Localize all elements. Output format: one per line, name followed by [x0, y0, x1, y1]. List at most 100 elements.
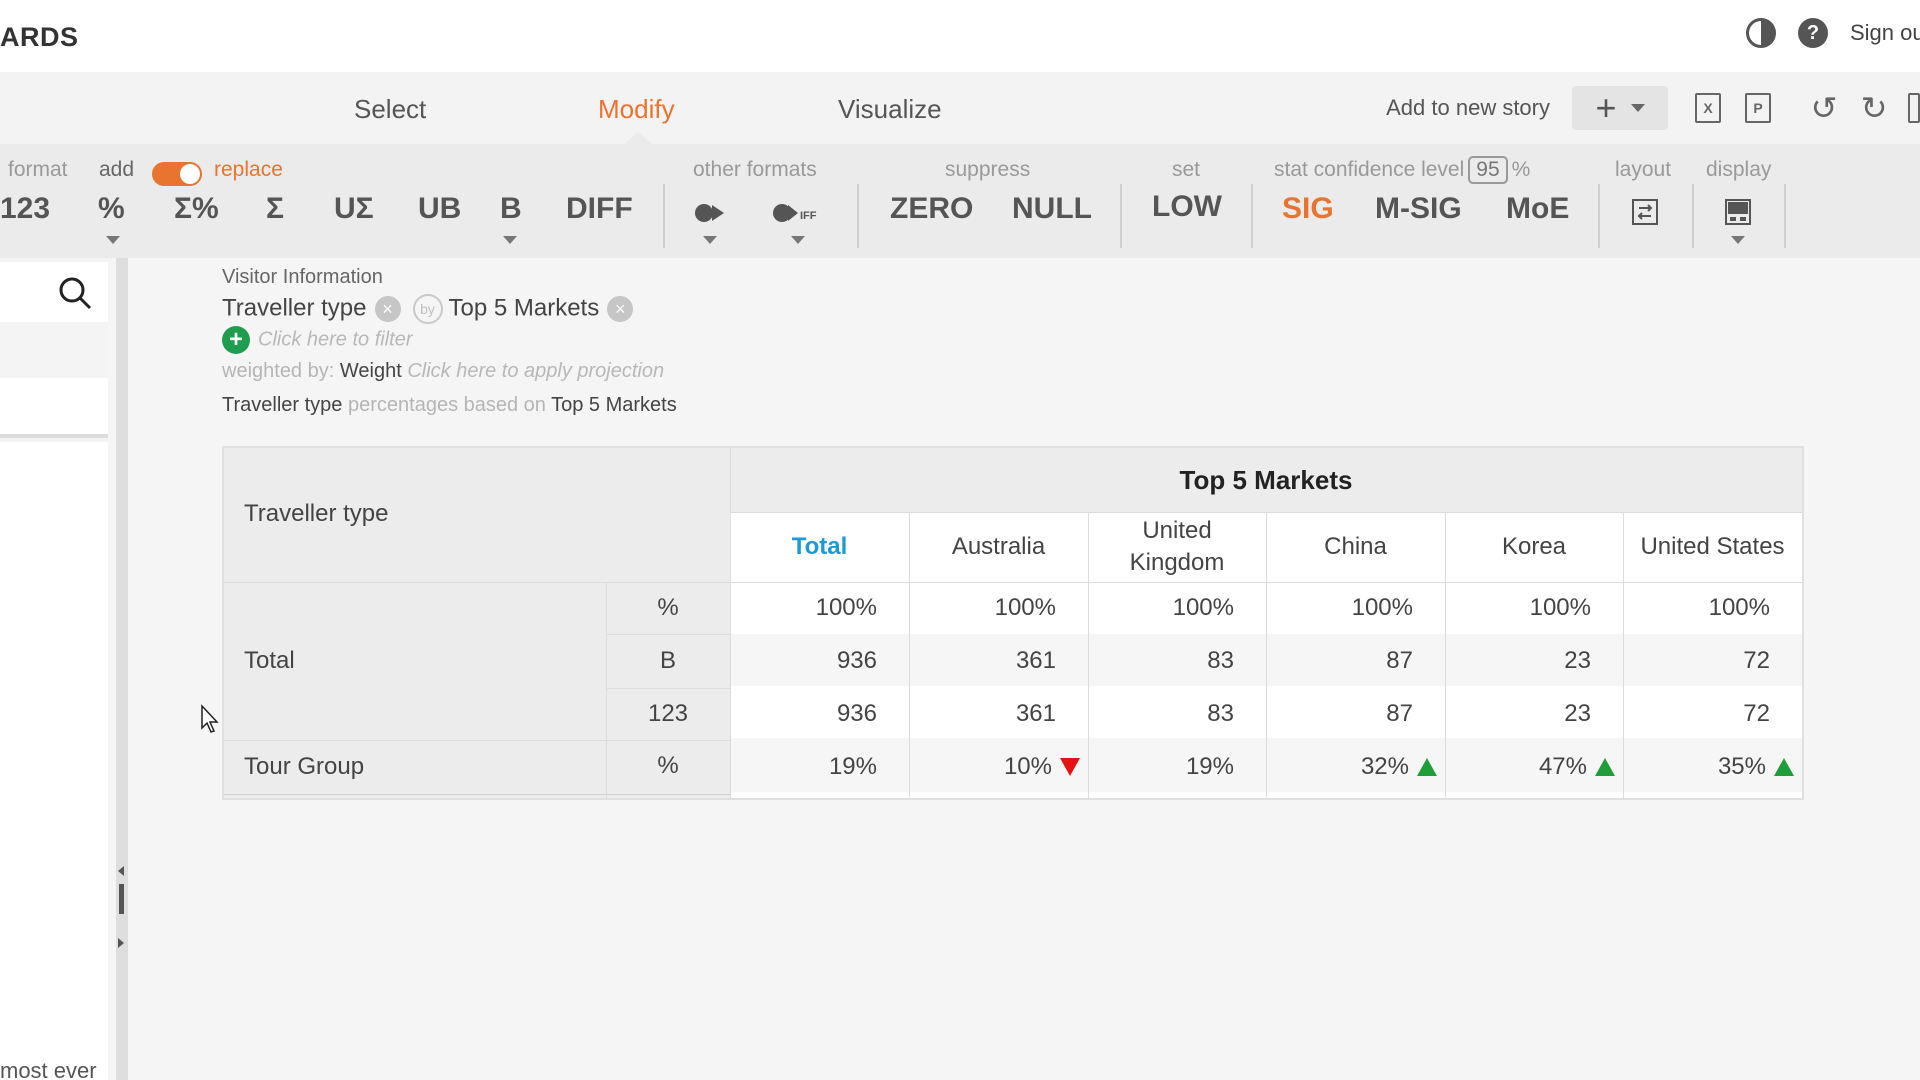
- tab-visualize[interactable]: Visualize: [838, 94, 942, 125]
- svg-text:IFF: IFF: [800, 210, 817, 222]
- column-header-china[interactable]: China: [1266, 512, 1445, 582]
- table-cell[interactable]: 83: [1088, 688, 1266, 740]
- filter-row[interactable]: + Click here to filter: [222, 326, 413, 354]
- variable-list-header[interactable]: [0, 378, 108, 438]
- projection-placeholder[interactable]: Click here to apply projection: [407, 360, 664, 382]
- row-variable-chip[interactable]: Traveller type: [222, 294, 367, 321]
- left-panel: most ever: [0, 258, 108, 1080]
- table-cell[interactable]: 87: [1266, 634, 1445, 688]
- variable-list-item[interactable]: most ever: [0, 1058, 108, 1080]
- chevron-down-icon[interactable]: [703, 236, 717, 244]
- tab-modify[interactable]: Modify: [598, 94, 675, 125]
- table-cell[interactable]: 19%: [1088, 740, 1266, 794]
- format-sum-percent-button[interactable]: Σ%: [174, 192, 219, 226]
- layout-swap-icon[interactable]: [1631, 198, 1659, 226]
- table-cell[interactable]: 87: [1266, 688, 1445, 740]
- table-cell[interactable]: 100%: [1266, 582, 1445, 634]
- stat-moe-button[interactable]: MoE: [1506, 192, 1569, 226]
- table-cell[interactable]: 100%: [730, 582, 909, 634]
- cell-value: 10%: [1003, 753, 1052, 780]
- tab-select[interactable]: Select: [354, 94, 426, 125]
- collapse-left-icon[interactable]: [118, 866, 124, 876]
- help-icon[interactable]: ?: [1798, 18, 1828, 48]
- table-cell[interactable]: 83: [1088, 634, 1266, 688]
- chevron-down-icon[interactable]: [106, 236, 120, 244]
- remove-column-variable-icon[interactable]: ×: [607, 296, 634, 322]
- stat-msig-button[interactable]: M-SIG: [1375, 192, 1462, 226]
- chevron-down-icon[interactable]: [791, 236, 805, 244]
- cell-value: 72: [1743, 700, 1770, 727]
- table-cell[interactable]: 10%: [909, 740, 1088, 794]
- remove-row-variable-icon[interactable]: ×: [374, 296, 401, 322]
- suppress-zero-button[interactable]: ZERO: [890, 192, 973, 226]
- column-header-united-kingdom[interactable]: United Kingdom: [1088, 512, 1266, 582]
- table-cell[interactable]: 100%: [1445, 582, 1623, 634]
- stat-sig-button[interactable]: SIG: [1282, 192, 1334, 226]
- column-header-korea[interactable]: Korea: [1445, 512, 1623, 582]
- display-icon[interactable]: [1724, 198, 1752, 226]
- table-cell[interactable]: 72: [1623, 688, 1802, 740]
- row-header-label: Traveller type: [244, 500, 389, 527]
- panel-splitter[interactable]: [116, 258, 128, 1080]
- export-powerpoint-button[interactable]: P: [1742, 91, 1774, 125]
- table-cell[interactable]: 23: [1445, 634, 1623, 688]
- other-format-icon[interactable]: [694, 198, 728, 228]
- table-cell[interactable]: 936: [730, 634, 909, 688]
- table-cell[interactable]: 936: [730, 688, 909, 740]
- format-diff-button[interactable]: DIFF: [566, 192, 633, 226]
- redo-button[interactable]: ↻: [1858, 90, 1890, 126]
- column-header-united-states[interactable]: United States: [1623, 512, 1802, 582]
- chevron-down-icon[interactable]: [1731, 236, 1745, 244]
- column-variable-chip[interactable]: Top 5 Markets: [449, 294, 600, 321]
- undo-button[interactable]: ↺: [1808, 90, 1840, 126]
- table-cell[interactable]: 361: [909, 688, 1088, 740]
- table-cell[interactable]: 72: [1623, 634, 1802, 688]
- format-sum-button[interactable]: Σ: [266, 192, 284, 226]
- cell-value: 87: [1386, 700, 1413, 727]
- weight-row: weighted by: Weight Click here to apply …: [222, 360, 664, 383]
- cell-value: 23: [1564, 647, 1591, 674]
- format-percent-button[interactable]: %: [98, 192, 125, 226]
- format-count-button[interactable]: 123: [0, 192, 50, 226]
- filter-placeholder[interactable]: Click here to filter: [258, 328, 413, 350]
- add-story-button[interactable]: +: [1572, 86, 1668, 130]
- splitter-handle[interactable]: [119, 884, 124, 914]
- redo-icon: ↻: [1860, 90, 1888, 126]
- table-cell[interactable]: 100%: [909, 582, 1088, 634]
- row-label-total[interactable]: Total: [244, 582, 295, 740]
- cell-value: 83: [1207, 647, 1234, 674]
- table-cell[interactable]: 100%: [1088, 582, 1266, 634]
- variable-list[interactable]: [0, 442, 108, 1080]
- expand-right-icon[interactable]: [118, 938, 124, 948]
- format-unweighted-sum-button[interactable]: UΣ: [334, 192, 374, 226]
- add-replace-toggle[interactable]: [152, 162, 202, 186]
- table-cell[interactable]: 35%: [1623, 740, 1802, 794]
- more-icon[interactable]: [1908, 91, 1920, 125]
- table-cell[interactable]: 23: [1445, 688, 1623, 740]
- table-cell[interactable]: 32%: [1266, 740, 1445, 794]
- format-base-button[interactable]: B: [500, 192, 522, 226]
- column-group-label[interactable]: Top 5 Markets: [730, 448, 1802, 512]
- column-header-total[interactable]: Total: [730, 512, 909, 582]
- sign-out-link[interactable]: Sign ou: [1850, 20, 1920, 46]
- chevron-down-icon[interactable]: [503, 236, 517, 244]
- set-low-button[interactable]: LOW: [1152, 190, 1222, 224]
- add-filter-icon[interactable]: +: [222, 326, 250, 354]
- row-label-tour-group[interactable]: Tour Group: [244, 740, 364, 794]
- confidence-level-input[interactable]: 95: [1468, 156, 1508, 184]
- variable-search[interactable]: [0, 262, 108, 322]
- dataset-name: Visitor Information: [222, 266, 383, 288]
- add-to-story-label[interactable]: Add to new story: [1386, 95, 1550, 121]
- column-header-australia[interactable]: Australia: [909, 512, 1088, 582]
- export-excel-button[interactable]: X: [1692, 91, 1724, 125]
- table-cell[interactable]: 100%: [1623, 582, 1802, 634]
- suppress-null-button[interactable]: NULL: [1012, 192, 1092, 226]
- table-cell[interactable]: 19%: [730, 740, 909, 794]
- contrast-icon[interactable]: [1746, 18, 1776, 48]
- table-cell[interactable]: 361: [909, 634, 1088, 688]
- weight-name[interactable]: Weight: [340, 360, 402, 382]
- table-cell[interactable]: 47%: [1445, 740, 1623, 794]
- format-unweighted-base-button[interactable]: UB: [418, 192, 461, 226]
- other-format-diff-icon[interactable]: IFF: [772, 198, 826, 228]
- search-icon[interactable]: [58, 276, 92, 310]
